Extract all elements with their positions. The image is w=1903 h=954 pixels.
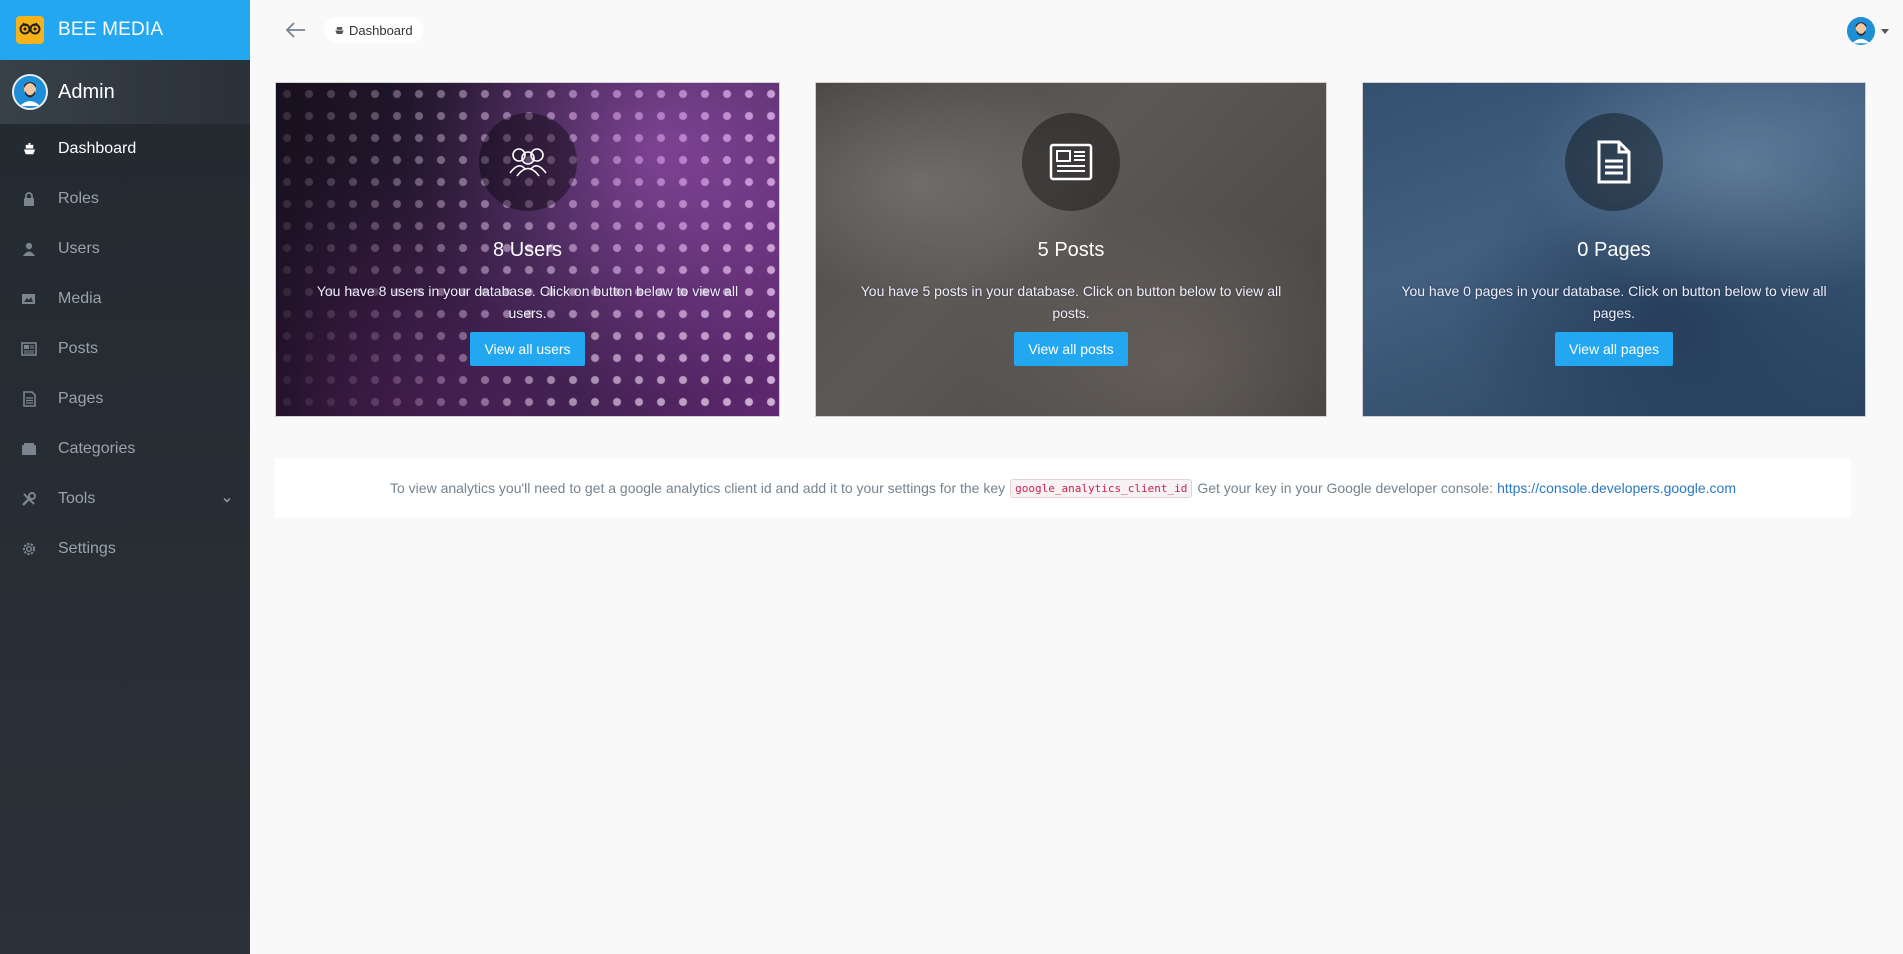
- users-card: 8 Users You have 8 users in your databas…: [275, 82, 780, 417]
- file-text-icon: [21, 391, 37, 407]
- analytics-text: To view analytics you'll need to get a g…: [390, 480, 1006, 496]
- document-icon: [1565, 113, 1663, 211]
- breadcrumb[interactable]: Dashboard: [324, 17, 423, 43]
- card-text: You have 5 posts in your database. Click…: [860, 283, 1282, 321]
- brand-bar[interactable]: BEE MEDIA: [0, 0, 250, 60]
- caret-down-icon: [1881, 28, 1889, 34]
- google-console-link[interactable]: https://console.developers.google.com: [1497, 480, 1736, 496]
- view-all-posts-button[interactable]: View all posts: [1014, 332, 1128, 366]
- card-title: 0 Pages: [1577, 239, 1651, 261]
- boat-icon: [21, 141, 37, 157]
- categories-icon: [21, 441, 37, 457]
- tools-icon: [21, 491, 37, 507]
- sidebar-profile[interactable]: Admin: [0, 60, 250, 124]
- sidebar-item-label: Dashboard: [58, 140, 137, 157]
- person-icon: [21, 241, 37, 257]
- sidebar-item-categories[interactable]: Categories: [0, 424, 250, 474]
- bee-logo-icon: [16, 16, 44, 44]
- brand-title: BEE MEDIA: [58, 19, 164, 40]
- analytics-notice: To view analytics you'll need to get a g…: [275, 458, 1851, 518]
- sidebar-item-label: Settings: [58, 540, 116, 557]
- sidebar-item-label: Pages: [58, 390, 104, 407]
- lock-icon: [21, 191, 37, 207]
- chevron-down-icon[interactable]: [222, 492, 232, 510]
- sidebar-item-dashboard[interactable]: Dashboard: [0, 124, 250, 174]
- sidebar-item-label: Users: [58, 240, 100, 257]
- news-icon: [21, 341, 37, 357]
- analytics-key-code: google_analytics_client_id: [1010, 478, 1193, 498]
- avatar: [1847, 17, 1875, 45]
- topbar: Dashboard: [250, 0, 1903, 60]
- sidebar-item-label: Roles: [58, 190, 99, 207]
- sidebar-item-label: Tools: [58, 490, 96, 507]
- sidebar-nav: Dashboard Roles Users Media Posts Pages …: [0, 124, 250, 574]
- view-all-users-button[interactable]: View all users: [470, 332, 585, 366]
- sidebar-item-posts[interactable]: Posts: [0, 324, 250, 374]
- user-menu[interactable]: [1847, 17, 1889, 45]
- avatar: [12, 74, 48, 110]
- group-icon: [478, 113, 577, 211]
- sidebar-item-users[interactable]: Users: [0, 224, 250, 274]
- sidebar-item-pages[interactable]: Pages: [0, 374, 250, 424]
- newspaper-icon: [1022, 113, 1120, 211]
- posts-card: 5 Posts You have 5 posts in your databas…: [815, 82, 1327, 417]
- card-title: 8 Users: [493, 239, 562, 261]
- gear-icon: [21, 541, 37, 557]
- sidebar-item-tools[interactable]: Tools: [0, 474, 250, 524]
- card-text: You have 8 users in your database. Click…: [316, 283, 739, 321]
- back-arrow-icon[interactable]: [284, 18, 308, 42]
- sidebar-item-label: Posts: [58, 340, 99, 357]
- sidebar-item-label: Media: [58, 290, 102, 307]
- sidebar-item-label: Categories: [58, 440, 136, 457]
- analytics-text-after: Get your key in your Google developer co…: [1197, 480, 1494, 496]
- sidebar-item-roles[interactable]: Roles: [0, 174, 250, 224]
- card-title: 5 Posts: [1037, 239, 1105, 261]
- boat-icon: [334, 25, 345, 36]
- breadcrumb-label: Dashboard: [349, 22, 413, 38]
- card-text: You have 0 pages in your database. Click…: [1401, 283, 1827, 321]
- sidebar-item-settings[interactable]: Settings: [0, 524, 250, 574]
- sidebar-item-media[interactable]: Media: [0, 274, 250, 324]
- pages-card: 0 Pages You have 0 pages in your databas…: [1362, 82, 1866, 417]
- sidebar: BEE MEDIA Admin Dashboard Roles Users Me…: [0, 0, 250, 954]
- view-all-pages-button[interactable]: View all pages: [1554, 332, 1674, 366]
- images-icon: [21, 291, 37, 307]
- profile-name: Admin: [58, 80, 115, 103]
